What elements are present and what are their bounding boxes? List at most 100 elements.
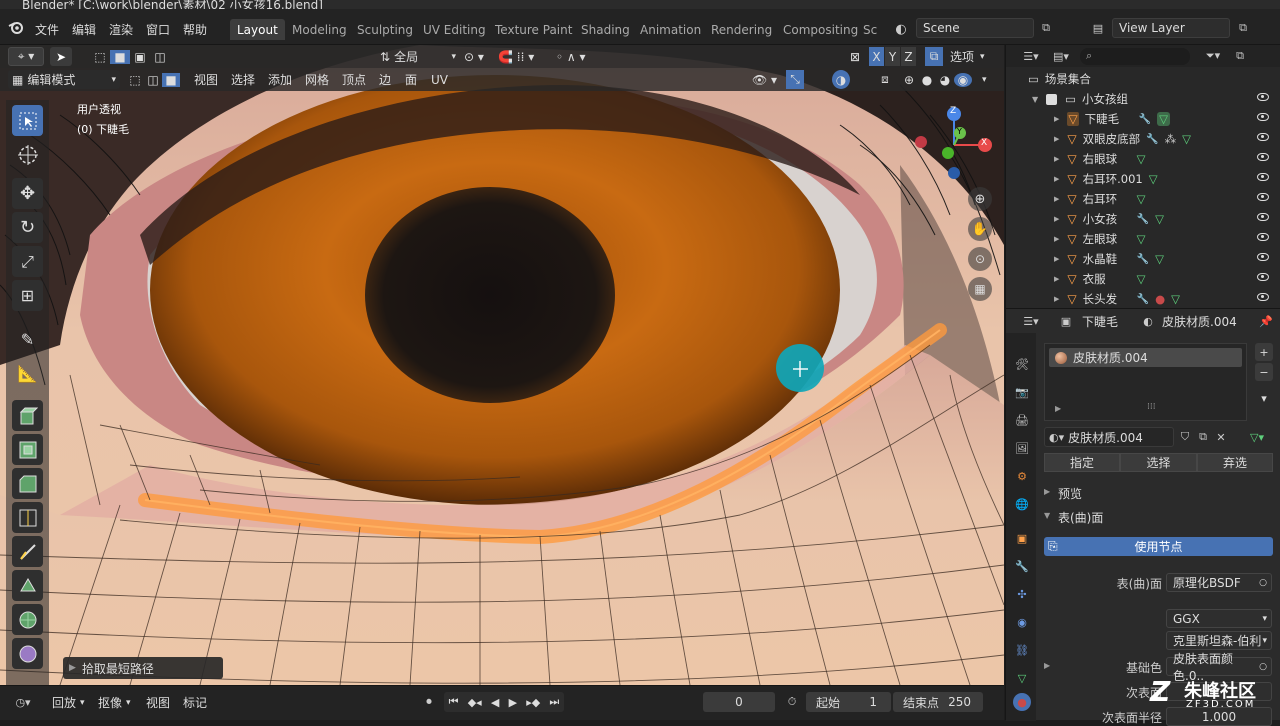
tool-move[interactable]: ✥ — [12, 178, 43, 209]
render-tab-icon[interactable]: 📷 — [1013, 383, 1031, 401]
menu-view[interactable]: 视图 — [194, 70, 218, 89]
surface-panel[interactable]: 表(曲)面 — [1058, 509, 1103, 526]
tool-extrude[interactable] — [12, 400, 43, 431]
deselect-button[interactable]: 弃选 — [1197, 453, 1273, 472]
mesh-data-icon[interactable]: ▽ — [1182, 132, 1191, 146]
assign-button[interactable]: 指定 — [1044, 453, 1120, 472]
timeline-view-menu[interactable]: 视图 — [146, 694, 170, 711]
expand-arrow-icon[interactable]: ▶ — [1054, 135, 1059, 143]
modifier-tab-icon[interactable]: 🔧 — [1013, 557, 1031, 575]
world-tab-icon[interactable]: 🌐 — [1013, 495, 1031, 513]
tool-transform[interactable]: ⊞ — [12, 280, 43, 311]
shading-options-chevron-icon[interactable]: ▾ — [982, 70, 987, 89]
new-collection-icon[interactable]: ⧉ — [1230, 49, 1250, 63]
tool-poly-build[interactable] — [12, 570, 43, 601]
constraints-tab-icon[interactable]: ⛓ — [1013, 641, 1031, 659]
mesh-data-icon[interactable]: ▽ — [1137, 232, 1146, 246]
material-slot[interactable]: 皮肤材质.004 — [1049, 348, 1242, 367]
tool-spin[interactable] — [12, 604, 43, 635]
select-mode-buttons[interactable]: ⬚ ◫ ■ — [126, 70, 182, 89]
lattice-icon[interactable]: ⁂ — [1165, 132, 1177, 146]
menu-uv[interactable]: UV — [431, 70, 448, 89]
tab-texture-paint[interactable]: Texture Paint — [488, 19, 579, 40]
select-invert-icon[interactable]: ◫ — [150, 50, 170, 64]
outliner-search[interactable]: ⌕ — [1080, 47, 1190, 65]
stopwatch-icon[interactable]: ⏱ — [782, 692, 802, 712]
keying-menu[interactable]: 抠像 ▾ — [98, 694, 131, 711]
xray-toggle-icon[interactable]: ⧈ — [876, 70, 894, 89]
mode-selector[interactable]: ▦ 编辑模式 ▾ — [8, 70, 120, 89]
outliner-object-row[interactable]: ▶ ▽ 小女孩 🔧 ▽ — [1006, 209, 1280, 229]
filter-icon[interactable]: ⏷▾ — [1200, 49, 1226, 63]
expand-arrow-icon[interactable]: ▶ — [1044, 661, 1050, 670]
tool-annotate[interactable]: ✎ — [12, 324, 43, 355]
material-name-field[interactable]: 皮肤材质.004 — [1068, 429, 1143, 446]
select-extend-icon[interactable]: ■ — [110, 49, 130, 64]
expand-arrow-icon[interactable]: ▼ — [1044, 511, 1050, 520]
scene-selector[interactable]: Scene — [916, 18, 1034, 38]
jump-end-icon[interactable]: ⏭ — [549, 695, 559, 709]
duplicate-material-icon[interactable]: ⧉ — [1194, 427, 1212, 447]
end-frame-field[interactable]: 结束点 250 — [893, 692, 983, 712]
rendered-shading-icon[interactable]: ◉ — [954, 72, 972, 87]
material-tab-icon[interactable]: ● — [1013, 693, 1031, 711]
current-frame-field[interactable]: 0 — [703, 692, 775, 712]
new-scene-icon[interactable]: ⧉ — [1036, 18, 1056, 38]
viewport-3d[interactable]: 用户透视 (0) 下睫毛 Z X Y ⊕ ✋ ⊙ ▦ ✥ ↻ ⤢ ⊞ ✎ 📐 ▶… — [0, 45, 1004, 685]
subsurface-method-dropdown[interactable]: 克里斯坦森-伯利 ▾ — [1166, 631, 1272, 650]
outliner-object-row[interactable]: ▶ ▽ 长头发 🔧 ● ▽ — [1006, 289, 1280, 309]
new-view-layer-icon[interactable]: ⧉ — [1233, 18, 1253, 38]
mesh-data-icon[interactable]: ▽ — [1155, 212, 1164, 226]
menu-select[interactable]: 选择 — [231, 70, 255, 89]
mesh-data-icon[interactable]: ▽ — [1171, 292, 1180, 306]
select-tool-button[interactable]: ➤ — [50, 47, 72, 66]
operator-panel[interactable]: ▶ 拾取最短路径 — [63, 657, 223, 679]
tool-bevel[interactable] — [12, 468, 43, 499]
surface-shader-field[interactable]: 原理化BSDF ○ — [1166, 573, 1272, 592]
eye-icon[interactable] — [1257, 173, 1269, 181]
pivot-point[interactable]: ⊙ ▾ — [464, 47, 500, 66]
expand-arrow-icon[interactable]: ▶ — [1054, 215, 1059, 223]
axis-y-toggle[interactable]: Y — [885, 47, 900, 66]
tab-animation[interactable]: Animation — [633, 19, 708, 40]
menu-edge[interactable]: 边 — [379, 70, 391, 89]
material-slot-list[interactable]: 皮肤材质.004 ▶ ⁞⁞⁞ — [1044, 343, 1247, 421]
pan-hand-icon[interactable]: ✋ — [968, 217, 992, 241]
mirror-icon[interactable]: ⊠ — [850, 47, 870, 66]
eye-icon[interactable] — [1257, 193, 1269, 201]
view-layer-icon[interactable]: ▤ — [1088, 18, 1108, 38]
menu-vertex[interactable]: 顶点 — [342, 70, 366, 89]
menu-add[interactable]: 添加 — [268, 70, 292, 89]
eye-icon[interactable] — [1257, 253, 1269, 261]
mesh-data-icon[interactable]: ▽ — [1137, 152, 1146, 166]
checkbox-icon[interactable] — [1046, 93, 1058, 105]
mesh-data-icon[interactable]: ▽ — [1137, 192, 1146, 206]
visibility-toggle[interactable]: 👁 ▾ — [752, 70, 782, 89]
material-icon[interactable]: ● — [1155, 292, 1165, 306]
ortho-grid-icon[interactable]: ▦ — [968, 277, 992, 301]
tab-sculpting[interactable]: Sculpting — [350, 19, 420, 40]
tool-smooth[interactable] — [12, 638, 43, 669]
prev-keyframe-icon[interactable]: ◆◂ — [468, 696, 482, 709]
tab-modeling[interactable]: Modeling — [285, 19, 354, 40]
solid-shading-icon[interactable]: ● — [918, 73, 936, 87]
axis-z-toggle[interactable]: Z — [901, 47, 916, 66]
outliner-object-row[interactable]: ▶ ▽ 水晶鞋 🔧 ▽ — [1006, 249, 1280, 269]
tab-more[interactable]: Sc — [856, 19, 884, 40]
material-datablock[interactable]: ◐▾ 皮肤材质.004 — [1044, 427, 1174, 447]
physics-tab-icon[interactable]: ◉ — [1013, 613, 1031, 631]
navigation-gizmo[interactable]: Z X Y — [912, 103, 992, 183]
view-layer-selector[interactable]: View Layer — [1112, 18, 1230, 38]
particles-tab-icon[interactable]: ✣ — [1013, 585, 1031, 603]
remove-slot-icon[interactable]: − — [1255, 363, 1273, 381]
tab-layout[interactable]: Layout — [230, 19, 285, 40]
overlay-toggle-icon[interactable]: ◑ — [832, 70, 850, 89]
outliner-object-row[interactable]: ▶ ▽ 下睫毛 🔧 ▽ — [1006, 109, 1280, 129]
menu-help[interactable]: 帮助 — [183, 21, 207, 38]
outliner-object-row[interactable]: ▶ ▽ 衣服 ▽ — [1006, 269, 1280, 289]
expand-arrow-icon[interactable]: ▶ — [1054, 275, 1059, 283]
tab-rendering[interactable]: Rendering — [704, 19, 779, 40]
scene-icon[interactable]: ◐ — [888, 19, 914, 39]
data-tab-icon[interactable]: ▽ — [1013, 669, 1031, 687]
expand-arrow-icon[interactable]: ▶ — [1054, 115, 1059, 123]
